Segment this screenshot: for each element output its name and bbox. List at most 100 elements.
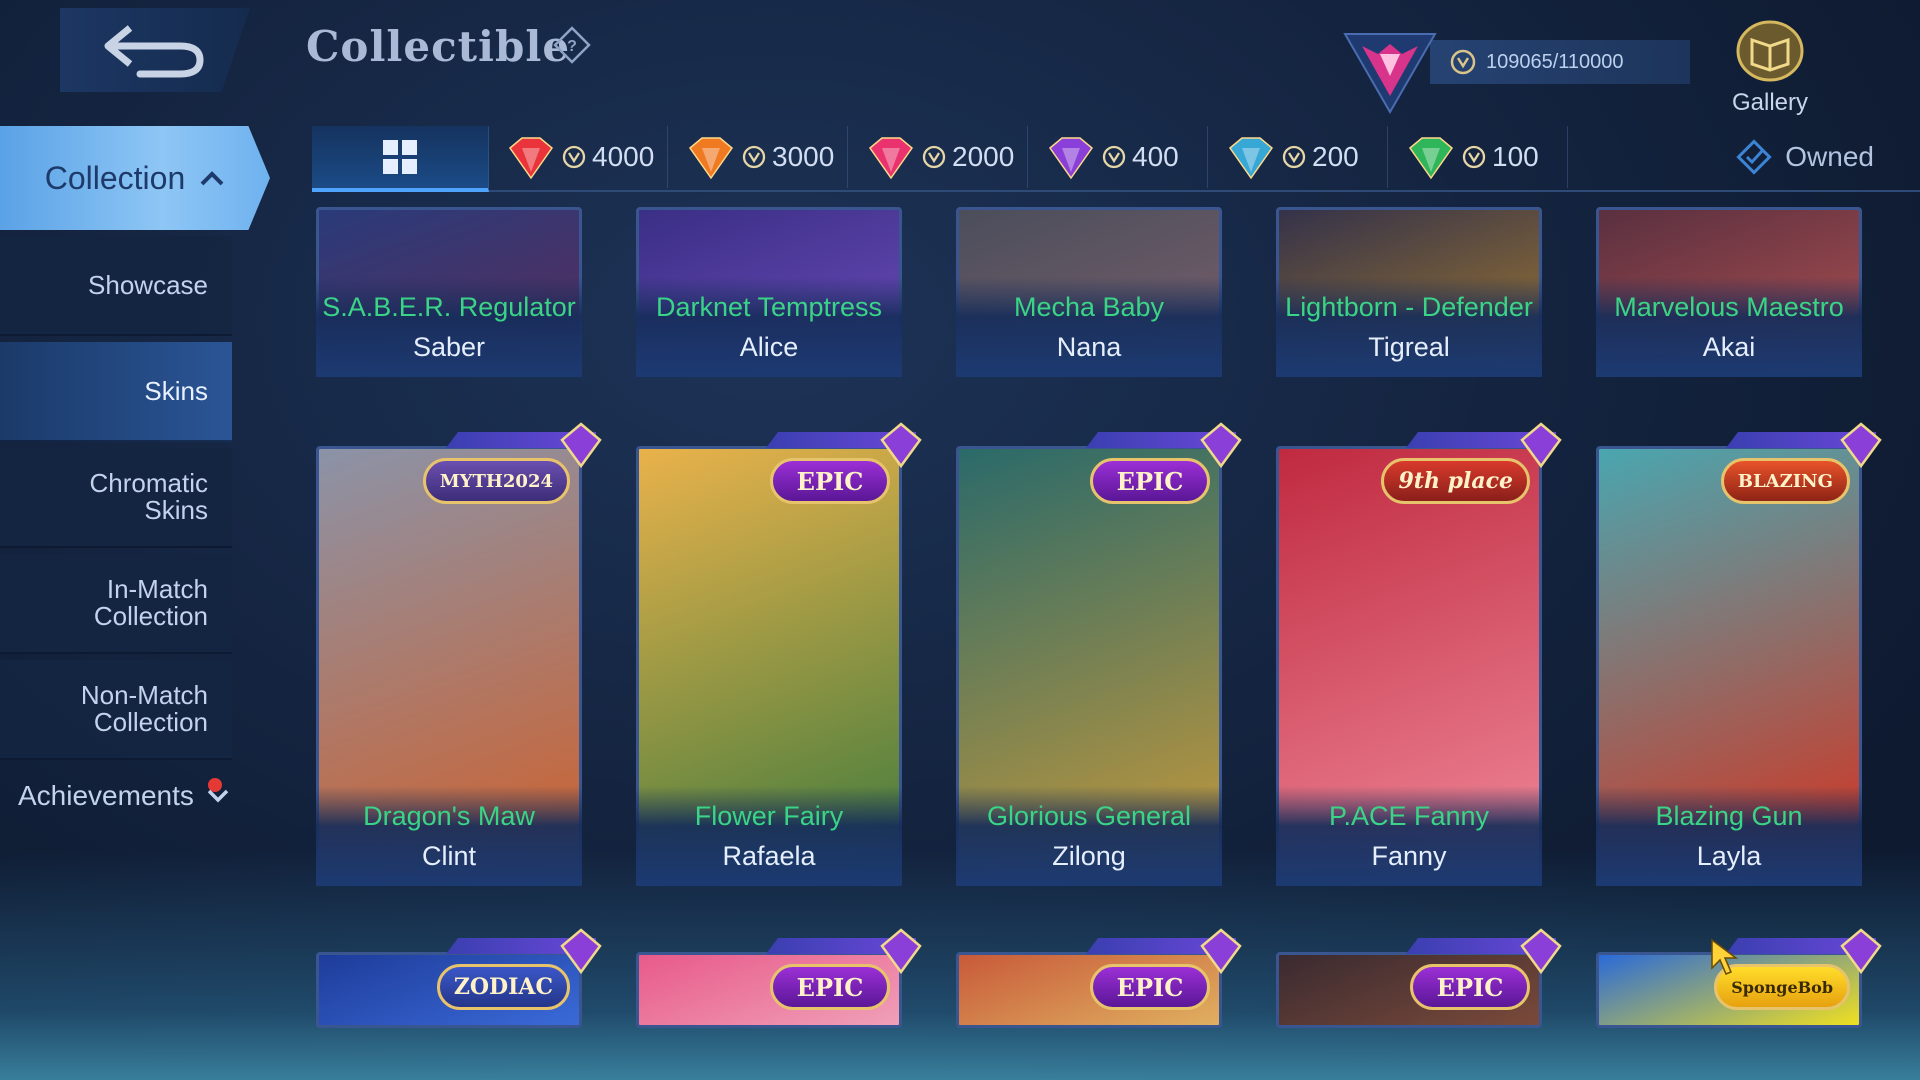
skin-name: Marvelous Maestro [1614, 292, 1844, 322]
sidebar-achievements-label: Achievements [18, 780, 194, 811]
collector-coin-icon [1462, 145, 1486, 169]
sidebar-collection-tab[interactable]: Collection [0, 126, 270, 230]
sidebar-item-label-line1: Chromatic [89, 468, 208, 498]
gallery-label: Gallery [1731, 89, 1809, 116]
gallery-book-icon [1736, 20, 1804, 82]
collector-rank-panel: 109065/110000 [1340, 24, 1690, 114]
price-filter-tabs: 4000 3000 2000 400 200 100 Owned [312, 126, 1920, 192]
skin-card[interactable]: EPIC Flower Fairy Rafaela [636, 422, 922, 886]
hero-name: Alice [739, 332, 799, 362]
chevron-up-icon [200, 171, 224, 186]
hero-name: Clint [421, 841, 476, 871]
svg-text:?: ? [567, 38, 577, 55]
skin-card[interactable]: MYTH2024 Dragon's Maw Clint [316, 422, 602, 886]
skin-name: Flower Fairy [694, 801, 844, 831]
skin-tier-badge: EPIC [1090, 458, 1210, 504]
rarity-gem-icon [508, 137, 554, 180]
collector-points-value: 109065/110000 [1486, 50, 1624, 73]
sidebar-item-label-line2: Skins [144, 495, 208, 525]
tab-price-value: 3000 [772, 141, 835, 172]
sidebar-item-label: Skins [144, 375, 208, 406]
skin-card[interactable]: Lightborn - Defender Tigreal [1276, 207, 1542, 377]
skin-tier-badge: ZODIAC [436, 964, 570, 1010]
sidebar-achievements[interactable]: Achievements [18, 780, 230, 812]
sidebar-item-non-match-collection[interactable]: Non-Match Collection [0, 660, 232, 760]
skin-name: Dragon's Maw [363, 801, 535, 831]
skin-card[interactable]: EPIC [636, 928, 922, 1028]
sidebar-item-label-line2: Collection [93, 601, 208, 631]
collector-coin-icon [562, 145, 586, 169]
gallery-button[interactable]: Gallery [1720, 20, 1820, 116]
tab-price-100[interactable]: 100 [1388, 126, 1568, 188]
skin-tier-badge: EPIC [770, 964, 890, 1010]
rarity-corner-gem-icon [1840, 928, 1882, 974]
sidebar-item-label-line1: In-Match [106, 574, 208, 604]
sidebar-item-label-line2: Collection [93, 707, 208, 737]
help-icon[interactable]: ? [553, 26, 591, 64]
skin-card[interactable]: Mecha Baby Nana [956, 207, 1222, 377]
hero-name: Rafaela [722, 841, 816, 871]
collector-coin-icon [1450, 49, 1476, 75]
chevron-down-icon [207, 789, 229, 803]
rarity-corner-gem-icon [1200, 422, 1242, 468]
tab-price-value: 2000 [952, 141, 1015, 172]
owned-filter[interactable]: Owned [1735, 126, 1874, 188]
sidebar-item-showcase[interactable]: Showcase [0, 236, 232, 336]
skin-card[interactable]: Marvelous Maestro Akai [1596, 207, 1862, 377]
rarity-gem-icon [868, 137, 914, 180]
skin-tier-badge: BLAZING [1720, 458, 1850, 504]
tab-price-4000[interactable]: 4000 [488, 126, 668, 188]
skin-card[interactable]: EPIC [1276, 928, 1562, 1028]
skin-tier-badge: MYTH2024 [422, 458, 570, 504]
skin-name: Darknet Temptress [655, 292, 883, 322]
collector-coin-icon [1102, 145, 1126, 169]
rarity-gem-icon [688, 137, 734, 180]
tab-price-200[interactable]: 200 [1208, 126, 1388, 188]
tab-price-value: 200 [1312, 141, 1359, 172]
mouse-cursor-icon [1710, 938, 1740, 983]
skin-card[interactable]: EPIC Glorious General Zilong [956, 422, 1242, 886]
hero-name: Akai [1702, 332, 1756, 362]
hero-name: Zilong [1052, 841, 1126, 871]
sidebar-collection-label: Collection [44, 159, 186, 196]
collector-coin-icon [742, 145, 766, 169]
rarity-corner-gem-icon [1200, 928, 1242, 974]
tab-price-400[interactable]: 400 [1028, 126, 1208, 188]
owned-diamond-icon [1736, 139, 1772, 175]
collector-coin-icon [1282, 145, 1306, 169]
rarity-gem-icon [1048, 137, 1094, 180]
skin-card[interactable]: Darknet Temptress Alice [636, 207, 902, 377]
skin-card[interactable]: 9th place P.ACE Fanny Fanny [1276, 422, 1562, 886]
skin-name: Blazing Gun [1655, 801, 1803, 831]
rarity-gem-icon [1228, 137, 1274, 180]
owned-label: Owned [1785, 141, 1874, 172]
hero-name: Fanny [1371, 841, 1447, 871]
sidebar-item-in-match-collection[interactable]: In-Match Collection [0, 554, 232, 654]
rarity-corner-gem-icon [560, 928, 602, 974]
collector-coin-icon [922, 145, 946, 169]
sidebar-item-skins[interactable]: Skins [0, 342, 232, 442]
rarity-corner-gem-icon [1840, 422, 1882, 468]
tab-all[interactable] [312, 126, 489, 192]
skin-tier-badge: EPIC [1090, 964, 1210, 1010]
skin-card[interactable]: S.A.B.E.R. Regulator Saber [316, 207, 582, 377]
skin-name: Mecha Baby [1013, 292, 1165, 322]
back-button[interactable] [60, 8, 250, 92]
tab-price-value: 400 [1132, 141, 1179, 172]
skin-name: Lightborn - Defender [1285, 292, 1533, 322]
skin-card[interactable]: BLAZING Blazing Gun Layla [1596, 422, 1882, 886]
sidebar-item-chromatic-skins[interactable]: Chromatic Skins [0, 448, 232, 548]
sidebar-item-label: Showcase [88, 269, 208, 300]
tab-price-2000[interactable]: 2000 [848, 126, 1028, 188]
rarity-corner-gem-icon [880, 422, 922, 468]
back-arrow-icon [104, 25, 204, 78]
skin-card[interactable]: ZODIAC [316, 928, 602, 1028]
tab-price-3000[interactable]: 3000 [668, 126, 848, 188]
skin-card[interactable]: EPIC [956, 928, 1242, 1028]
tab-price-value: 4000 [592, 141, 655, 172]
hero-name: Saber [412, 332, 486, 362]
rarity-corner-gem-icon [1520, 422, 1562, 468]
skin-tier-badge: EPIC [1410, 964, 1530, 1010]
skin-name: S.A.B.E.R. Regulator [322, 292, 576, 322]
hero-name: Layla [1696, 841, 1762, 871]
